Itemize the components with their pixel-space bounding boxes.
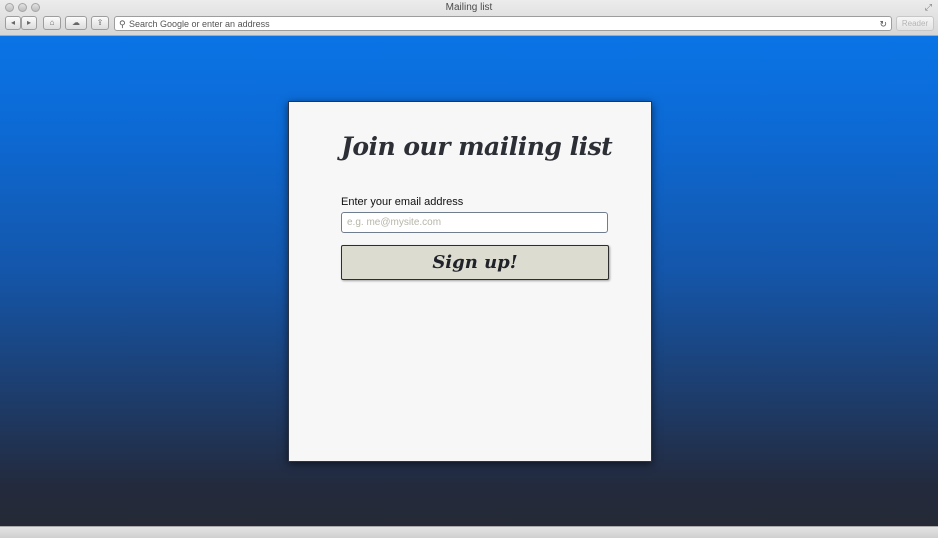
reload-icon[interactable]: ↻ [879,18,887,30]
browser-window: Mailing list ⤢ ◂ ▸ ⌂ ☁ ⇪ ⚲ ↻ Reader Join… [0,0,938,538]
search-icon: ⚲ [119,19,126,29]
browser-toolbar: Mailing list ⤢ ◂ ▸ ⌂ ☁ ⇪ ⚲ ↻ Reader [0,0,938,36]
home-button[interactable]: ⌂ [43,16,61,30]
address-input[interactable] [129,17,869,30]
home-icon: ⌂ [49,18,55,27]
sign-up-button[interactable]: Sign up! [341,245,609,280]
email-field[interactable] [341,212,608,233]
cloud-icon: ☁ [72,18,80,27]
forward-button[interactable]: ▸ [21,16,37,30]
status-bar [0,526,938,538]
forward-icon: ▸ [26,18,31,27]
address-bar[interactable]: ⚲ ↻ [114,16,892,31]
icloud-tabs-button[interactable]: ☁ [65,16,87,30]
fullscreen-icon[interactable]: ⤢ [925,2,932,12]
back-icon: ◂ [10,18,15,27]
share-icon: ⇪ [96,18,104,27]
page-viewport: Join our mailing list Enter your email a… [0,36,938,526]
email-label: Enter your email address [341,196,464,208]
reader-button[interactable]: Reader [896,16,934,31]
back-button[interactable]: ◂ [5,16,21,30]
signup-card: Join our mailing list Enter your email a… [288,101,652,462]
share-button[interactable]: ⇪ [91,16,109,30]
window-title: Mailing list [445,2,493,13]
page-title: Join our mailing list [341,132,613,161]
